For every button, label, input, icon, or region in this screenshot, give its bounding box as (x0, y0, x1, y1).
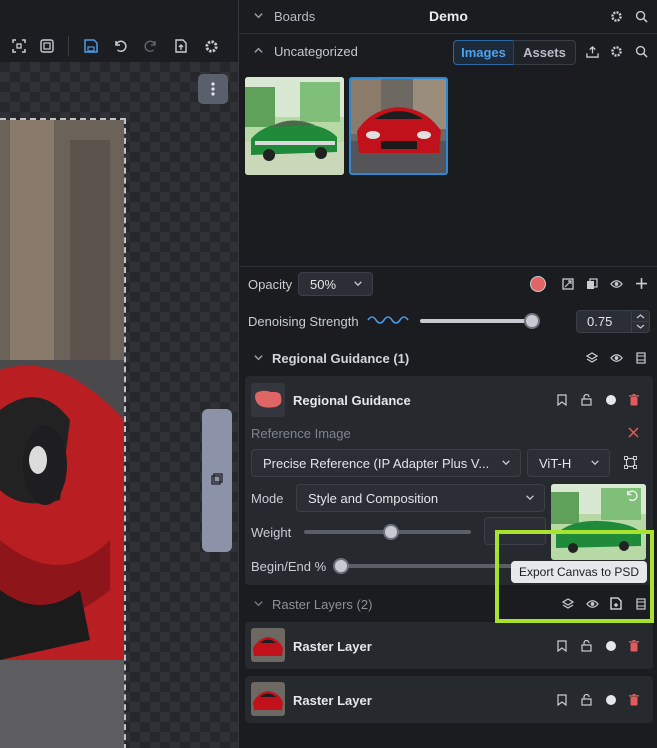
chevron-down-icon (353, 277, 363, 292)
enabled-toggle-icon[interactable] (606, 695, 616, 705)
search-icon[interactable] (635, 10, 648, 23)
tab-images[interactable]: Images (453, 40, 514, 65)
fill-color-swatch[interactable] (530, 276, 546, 292)
regional-mask-thumbnail (251, 383, 285, 417)
lock-icon[interactable] (581, 694, 592, 706)
opacity-select[interactable]: 50% (298, 272, 373, 296)
opacity-label: Opacity (248, 277, 293, 292)
board-settings-gear-icon[interactable] (610, 10, 623, 23)
eye-icon[interactable] (610, 278, 623, 290)
canvas-image (0, 118, 126, 748)
remove-reference-close-icon[interactable] (628, 427, 639, 438)
mode-label: Mode (251, 491, 284, 506)
board-section-label: Uncategorized (274, 44, 358, 59)
stepper[interactable] (631, 311, 649, 332)
fit-to-bbox-icon[interactable] (10, 37, 28, 55)
duplicate-icon[interactable] (586, 278, 598, 290)
denoise-slider-thumb[interactable] (524, 313, 540, 329)
begin-slider-thumb[interactable] (333, 558, 349, 574)
fit-layer-icon[interactable] (562, 278, 574, 290)
regional-group-label: Regional Guidance (1) (272, 351, 410, 366)
group-eye-icon[interactable] (610, 352, 623, 364)
export-icon[interactable] (172, 37, 190, 55)
merge-icon[interactable] (636, 352, 646, 364)
settings-gear-icon[interactable] (202, 37, 220, 55)
tab-assets[interactable]: Assets (513, 40, 576, 65)
delete-trash-icon[interactable] (629, 394, 639, 406)
denoising-label: Denoising Strength (248, 314, 359, 329)
enabled-toggle-icon[interactable] (606, 641, 616, 651)
tooltip: Export Canvas to PSD (511, 561, 647, 583)
redo-icon[interactable] (142, 37, 160, 55)
bounding-box-icon[interactable] (624, 456, 637, 469)
wave-icon (367, 313, 409, 332)
raster-layer-thumbnail (251, 682, 285, 716)
raster-layer-name[interactable]: Raster Layer (293, 639, 372, 654)
bookmark-icon[interactable] (557, 394, 567, 406)
enabled-toggle-icon[interactable] (606, 395, 616, 405)
add-icon[interactable] (635, 277, 648, 290)
canvas-toolbar (0, 0, 238, 62)
right-panel: Boards Demo Uncategorized Images Assets (238, 0, 657, 748)
gallery-settings-gear-icon[interactable] (610, 45, 623, 58)
model-value: Precise Reference (IP Adapter Plus V... (263, 455, 490, 471)
model-select[interactable]: Precise Reference (IP Adapter Plus V... (251, 449, 521, 477)
boards-header[interactable]: Boards Demo (239, 0, 657, 33)
chevron-down-icon[interactable] (253, 598, 264, 609)
bookmark-icon[interactable] (557, 694, 567, 706)
weight-slider-thumb[interactable] (383, 524, 399, 540)
chevron-down-icon[interactable] (253, 10, 264, 21)
mode-select[interactable]: Style and Composition (296, 484, 545, 512)
chevron-up-icon[interactable] (253, 45, 264, 56)
chevron-down-icon (525, 491, 535, 506)
lock-icon[interactable] (581, 640, 592, 652)
toolbar-divider (68, 36, 69, 56)
mode-value: Style and Composition (308, 490, 439, 506)
begin-end-label: Begin/End % (251, 559, 327, 574)
raster-layer-name[interactable]: Raster Layer (293, 693, 372, 708)
layers-icon[interactable] (586, 352, 598, 364)
more-options-button[interactable] (198, 74, 228, 104)
lock-icon[interactable] (581, 394, 592, 406)
clip-vision-select[interactable]: ViT-H (527, 449, 610, 477)
denoise-value: 0.75 (587, 314, 613, 329)
denoise-number-input[interactable]: 0.75 (576, 310, 650, 333)
save-icon[interactable] (82, 37, 100, 55)
delete-trash-icon[interactable] (629, 694, 639, 706)
undo-icon[interactable] (111, 37, 129, 55)
gallery-thumbnail-green-car[interactable] (245, 77, 344, 175)
regional-layer-name[interactable]: Regional Guidance (293, 393, 411, 408)
delete-trash-icon[interactable] (629, 640, 639, 652)
divider (239, 266, 657, 267)
gallery-thumbnail-red-car[interactable] (349, 77, 448, 175)
divider (239, 33, 657, 34)
upload-icon[interactable] (586, 45, 599, 58)
fit-layers-icon[interactable] (38, 37, 56, 55)
boards-label: Boards (274, 9, 316, 24)
canvas-area (0, 0, 238, 748)
raster-layer-thumbnail (251, 628, 285, 662)
clip-value: ViT-H (539, 455, 572, 471)
opacity-value: 50% (310, 276, 337, 292)
chevron-down-icon[interactable] (253, 352, 264, 363)
reference-image-label: Reference Image (251, 426, 351, 441)
gallery-toggle-icon (211, 472, 223, 490)
denoise-slider-track[interactable] (420, 319, 536, 323)
panel-toggle-handle[interactable] (202, 409, 232, 552)
raster-group-label: Raster Layers (2) (272, 597, 373, 612)
bookmark-icon[interactable] (557, 640, 567, 652)
gallery-search-icon[interactable] (635, 45, 648, 58)
chevron-down-icon (501, 456, 511, 471)
reset-icon[interactable] (625, 489, 638, 502)
weight-label: Weight (251, 525, 292, 540)
board-title: Demo (429, 8, 468, 24)
chevron-down-icon (590, 456, 600, 471)
